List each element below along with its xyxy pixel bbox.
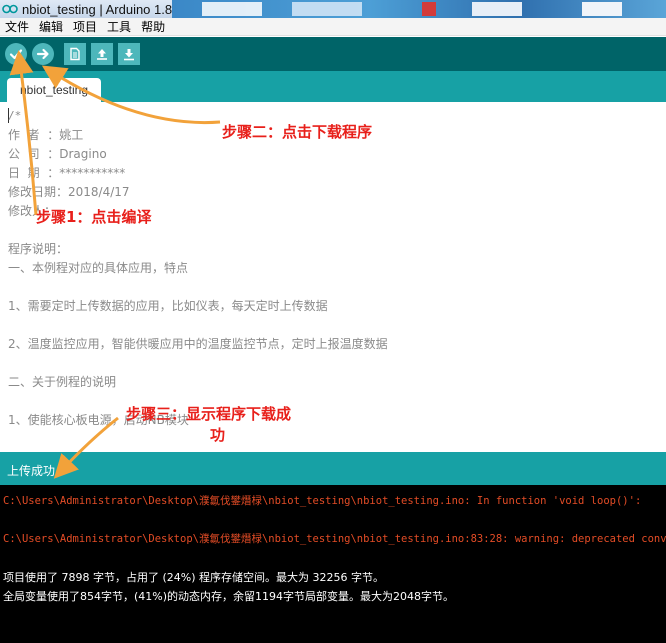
background-desktop-strip [172,0,666,18]
annotation-step3-cont: 功 [210,426,226,444]
console-line: C:\Users\Administrator\Desktop\濮氱伐鐢熸椂\nb… [3,495,642,507]
console-line: 全局变量使用了854字节，(41%)的动态内存，余留1194字节局部变量。最大为… [3,590,455,603]
title-bar: nbiot_testing | Arduino 1.8.5 [0,0,666,18]
menu-tools[interactable]: 工具 [102,18,136,36]
code-line: 作 者 ：姚工 [8,128,84,142]
menu-help[interactable]: 帮助 [136,18,170,36]
annotation-step3: 步骤三：显示程序下载成 [126,405,292,423]
toolbar [0,37,666,71]
save-download-icon [124,49,134,61]
console-line: 项目使用了 7898 字节，占用了 (24%) 程序存储空间。最大为 32256… [3,571,384,584]
annotation-step2: 步骤二：点击下载程序 [222,123,373,141]
code-line: 一、本例程对应的具体应用，特点 [8,261,189,275]
console-line: C:\Users\Administrator\Desktop\濮氱伐鐢熸椂\nb… [3,533,666,545]
menu-sketch[interactable]: 项目 [68,18,102,36]
upload-button[interactable] [32,43,54,65]
code-line: 1、需要定时上传数据的应用，比如仪表，每天定时上传数据 [8,299,328,313]
save-button[interactable] [118,43,140,65]
window-title: nbiot_testing | Arduino 1.8.5 [22,1,183,17]
arduino-logo-icon [2,2,18,16]
status-bar: 上传成功。 [0,452,666,485]
code-line: 程序说明： [8,242,69,256]
code-line: 日 期 ：*********** [8,166,126,180]
tab-bar: nbiot_testing [0,71,666,102]
arrow-right-icon [36,48,49,60]
code-line: 修改日期：2018/4/17 [8,185,130,199]
verify-button[interactable] [5,43,27,65]
annotation-step1: 步骤1：点击编译 [36,208,152,226]
output-console[interactable]: C:\Users\Administrator\Desktop\濮氱伐鐢熸椂\nb… [0,485,666,643]
code-line: 公 司 ：Dragino [8,147,107,161]
code-line: 2、温度监控应用，智能供暖应用中的温度监控节点，定时上报温度数据 [8,337,388,351]
menu-bar: 文件 编辑 项目 工具 帮助 [0,18,666,36]
code-editor[interactable]: /* 作 者 ：姚工 公 司 ：Dragino 日 期 ：***********… [0,102,666,452]
open-button[interactable] [91,43,113,65]
checkmark-icon [9,49,23,60]
new-button[interactable] [64,43,86,65]
code-line: /* [8,109,22,122]
menu-edit[interactable]: 编辑 [34,18,68,36]
open-upload-icon [97,49,107,60]
menu-file[interactable]: 文件 [0,18,34,36]
code-line: 二、关于例程的说明 [8,375,117,389]
upload-status-text: 上传成功。 [7,464,68,478]
new-file-icon [70,47,80,61]
tab-nbiot-testing[interactable]: nbiot_testing [7,78,101,102]
